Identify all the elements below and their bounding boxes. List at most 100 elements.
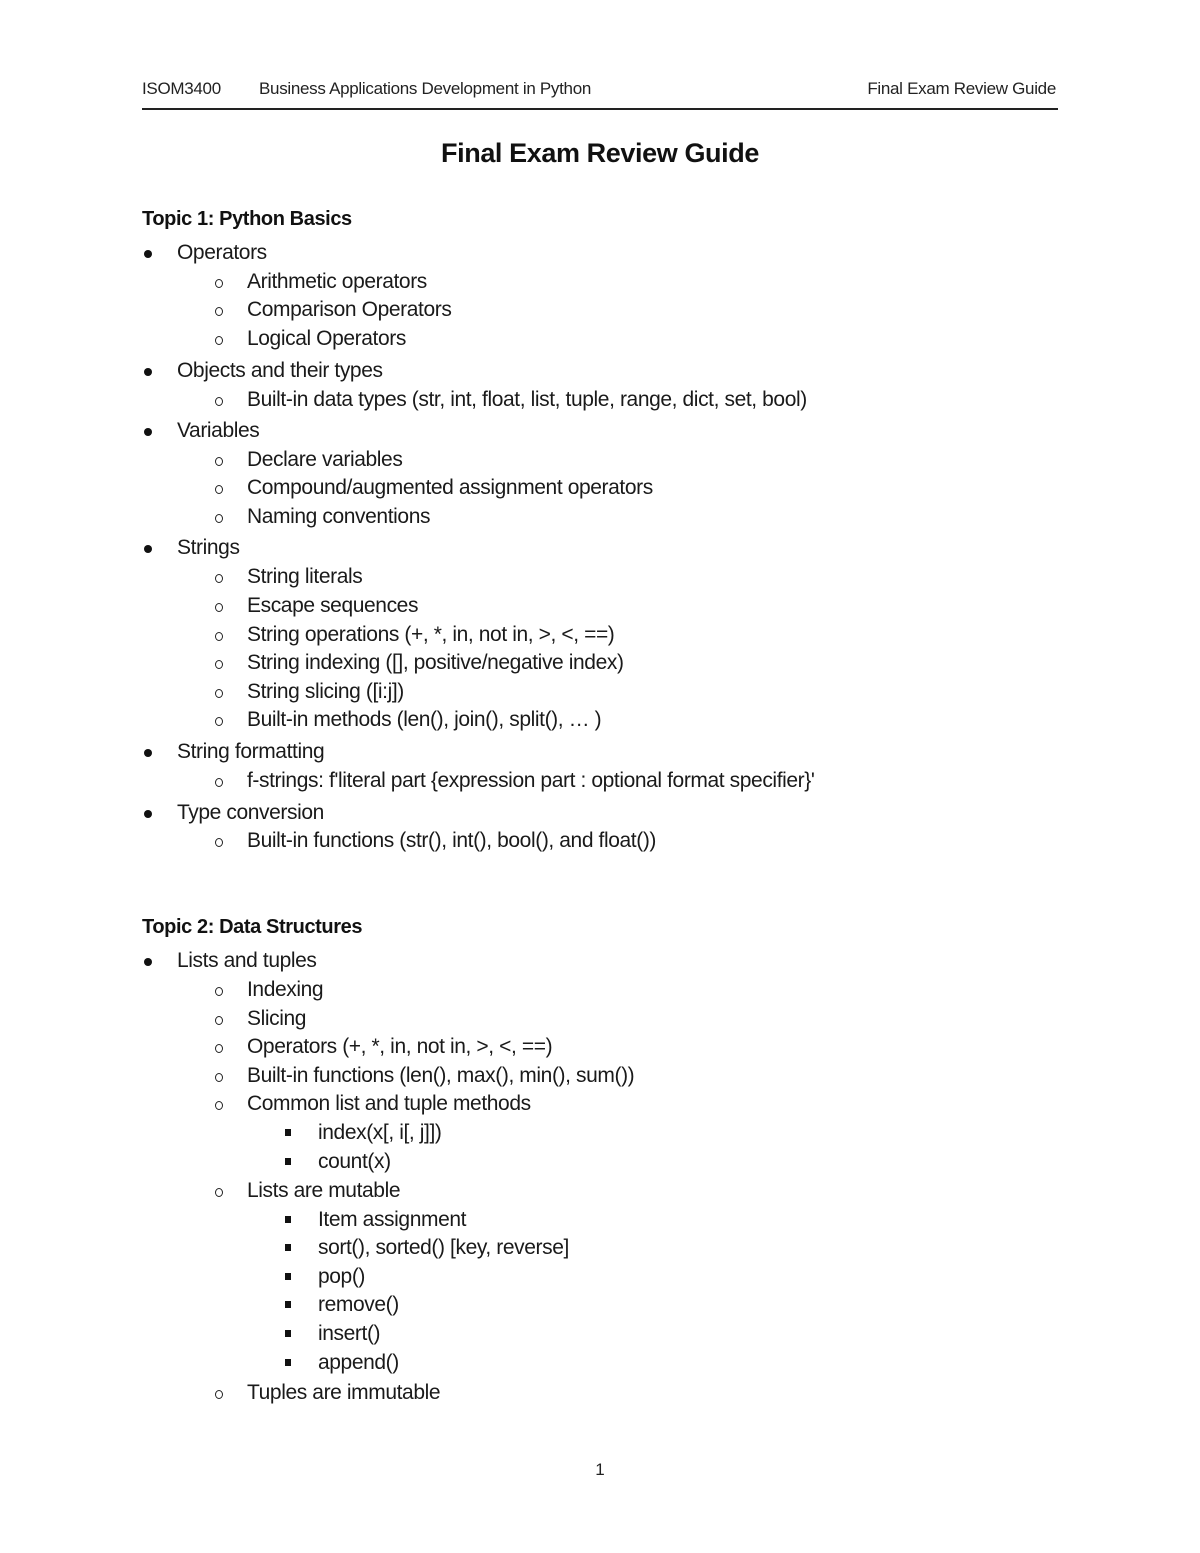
bullet-square-icon — [285, 1273, 291, 1280]
list-item-text: Logical Operators — [247, 327, 406, 350]
list-item-text: insert() — [318, 1322, 381, 1345]
list-item-text: String operations (+, *, in, not in, >, … — [247, 623, 615, 646]
header-document-label: Final Exam Review Guide — [867, 79, 1056, 98]
list-item-text: Objects and their types — [177, 359, 383, 382]
bullet-circle-icon — [215, 632, 223, 641]
bullet-circle-icon — [215, 574, 223, 583]
bullet-circle-icon — [215, 279, 223, 288]
list-item-text: Built-in methods (len(), join(), split()… — [247, 708, 602, 731]
page-number: 1 — [595, 1460, 605, 1479]
bullet-circle-icon — [215, 1044, 223, 1053]
list-item-text: Variables — [177, 419, 260, 442]
list-item: Common list and tuple methods — [215, 1091, 531, 1117]
list-item: Built-in data types (str, int, float, li… — [215, 387, 807, 413]
list-item-text: String literals — [247, 565, 363, 588]
list-item: Built-in functions (len(), max(), min(),… — [215, 1063, 635, 1089]
list-item-text: Operators — [177, 241, 267, 264]
bullet-circle-icon — [215, 838, 223, 847]
bullet-circle-icon — [215, 514, 223, 523]
list-item-text: Slicing — [247, 1007, 307, 1030]
list-item: String slicing ([i:j]) — [215, 679, 404, 705]
list-item-text: sort(), sorted() [key, reverse] — [318, 1236, 569, 1259]
list-item-text: Escape sequences — [247, 594, 419, 617]
list-item-text: count(x) — [318, 1150, 391, 1173]
bullet-square-icon — [285, 1158, 291, 1165]
list-item: Slicing — [215, 1006, 307, 1032]
list-item-text: Naming conventions — [247, 505, 431, 528]
list-item: Type conversion — [144, 800, 324, 826]
list-item: Arithmetic operators — [215, 269, 427, 295]
list-item: Comparison Operators — [215, 297, 452, 323]
bullet-square-icon — [285, 1301, 291, 1308]
bullet-square-icon — [285, 1330, 291, 1337]
list-item: String formatting — [144, 739, 325, 765]
list-item: Lists are mutable — [215, 1178, 401, 1204]
bullet-circle-icon — [215, 1073, 223, 1082]
list-item: index(x[, i[, j]]) — [285, 1120, 442, 1146]
list-item-text: Common list and tuple methods — [247, 1092, 531, 1115]
bullet-disc-icon — [144, 958, 152, 966]
list-item: insert() — [285, 1321, 381, 1347]
bullet-disc-icon — [144, 810, 152, 818]
list-item-text: Lists are mutable — [247, 1179, 401, 1202]
list-item-text: append() — [318, 1351, 399, 1374]
list-item: Lists and tuples — [144, 948, 317, 974]
list-item-text: f-strings: f'literal part {expression pa… — [247, 769, 815, 792]
list-item: count(x) — [285, 1149, 391, 1175]
list-item: Declare variables — [215, 447, 403, 473]
bullet-circle-icon — [215, 689, 223, 698]
header-course-code: ISOM3400 — [142, 79, 221, 98]
list-item: Built-in functions (str(), int(), bool()… — [215, 828, 657, 854]
list-item: Compound/augmented assignment operators — [215, 475, 653, 501]
bullet-circle-icon — [215, 660, 223, 669]
list-item-text: Operators (+, *, in, not in, >, <, ==) — [247, 1035, 553, 1058]
list-item: Item assignment — [285, 1207, 467, 1233]
list-item: Escape sequences — [215, 593, 419, 619]
bullet-circle-icon — [215, 457, 223, 466]
list-item-text: Declare variables — [247, 448, 403, 471]
bullet-square-icon — [285, 1359, 291, 1366]
list-item: Variables — [144, 418, 260, 444]
list-item: Tuples are immutable — [215, 1380, 441, 1406]
bullet-circle-icon — [215, 603, 223, 612]
list-item-text: Lists and tuples — [177, 949, 317, 972]
list-item: pop() — [285, 1264, 366, 1290]
bullet-disc-icon — [144, 250, 152, 258]
page-header: ISOM3400 Business Applications Developme… — [142, 76, 1058, 110]
list-item: Objects and their types — [144, 358, 383, 384]
list-item: String operations (+, *, in, not in, >, … — [215, 622, 615, 648]
list-item: Logical Operators — [215, 326, 406, 352]
document-title: Final Exam Review Guide — [441, 138, 759, 168]
list-item-text: pop() — [318, 1265, 366, 1288]
list-item: append() — [285, 1350, 399, 1376]
list-item: Indexing — [215, 977, 324, 1003]
list-item-text: String indexing ([], positive/negative i… — [247, 651, 624, 674]
header-course-name: Business Applications Development in Pyt… — [259, 79, 592, 98]
bullet-circle-icon — [215, 1188, 223, 1197]
list-item-text: Built-in functions (len(), max(), min(),… — [247, 1064, 635, 1087]
bullet-circle-icon — [215, 485, 223, 494]
list-item: Built-in methods (len(), join(), split()… — [215, 707, 602, 733]
list-item: Operators — [144, 240, 267, 266]
list-item-text: Built-in functions (str(), int(), bool()… — [247, 829, 657, 852]
bullet-disc-icon — [144, 428, 152, 436]
list-item: f-strings: f'literal part {expression pa… — [215, 768, 815, 794]
bullet-circle-icon — [215, 336, 223, 345]
bullet-disc-icon — [144, 368, 152, 376]
list-item-text: Type conversion — [177, 801, 324, 824]
list-item-text: Built-in data types (str, int, float, li… — [247, 388, 807, 411]
topic-heading: Topic 1: Python Basics — [142, 208, 352, 230]
bullet-circle-icon — [215, 1390, 223, 1399]
bullet-circle-icon — [215, 987, 223, 996]
list-item-text: remove() — [318, 1293, 399, 1316]
list-item: sort(), sorted() [key, reverse] — [285, 1235, 569, 1261]
bullet-square-icon — [285, 1129, 291, 1136]
bullet-disc-icon — [144, 545, 152, 553]
list-item: String indexing ([], positive/negative i… — [215, 650, 624, 676]
bullet-circle-icon — [215, 1101, 223, 1110]
topic-heading: Topic 2: Data Structures — [142, 916, 363, 938]
bullet-square-icon — [285, 1244, 291, 1251]
list-item-text: Item assignment — [318, 1208, 467, 1231]
list-item: remove() — [285, 1292, 399, 1318]
list-item: Naming conventions — [215, 504, 431, 530]
